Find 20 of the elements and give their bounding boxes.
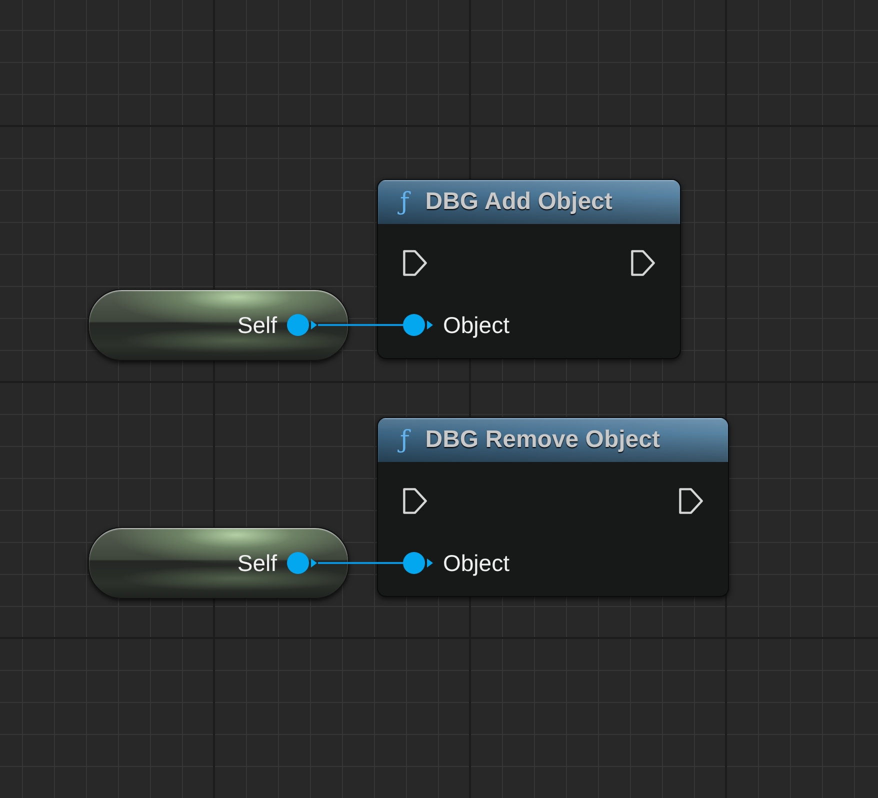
exec-pin-icon[interactable] [679, 488, 703, 514]
exec-pin-icon[interactable] [403, 250, 427, 276]
pin-label: Self [237, 312, 277, 338]
function-node[interactable]: ƒ DBG Remove Object Object [377, 417, 729, 597]
self-node[interactable]: Self [88, 527, 349, 599]
node-title: DBG Add Object [425, 188, 612, 216]
object-pin-icon[interactable] [403, 314, 433, 336]
node-title: DBG Remove Object [425, 426, 660, 454]
object-pin-icon[interactable] [287, 314, 317, 336]
pin-label: Self [237, 550, 277, 576]
pin-label: Object [443, 550, 510, 576]
self-node[interactable]: Self [88, 289, 349, 361]
object-pin-icon[interactable] [287, 552, 317, 574]
object-pin-icon[interactable] [403, 552, 433, 574]
function-icon: ƒ [398, 186, 412, 218]
pin-label: Object [443, 312, 510, 338]
exec-pin-icon[interactable] [403, 488, 427, 514]
exec-pin-icon[interactable] [631, 250, 656, 276]
function-icon: ƒ [398, 424, 412, 456]
function-node[interactable]: ƒ DBG Add Object Object [377, 179, 682, 359]
